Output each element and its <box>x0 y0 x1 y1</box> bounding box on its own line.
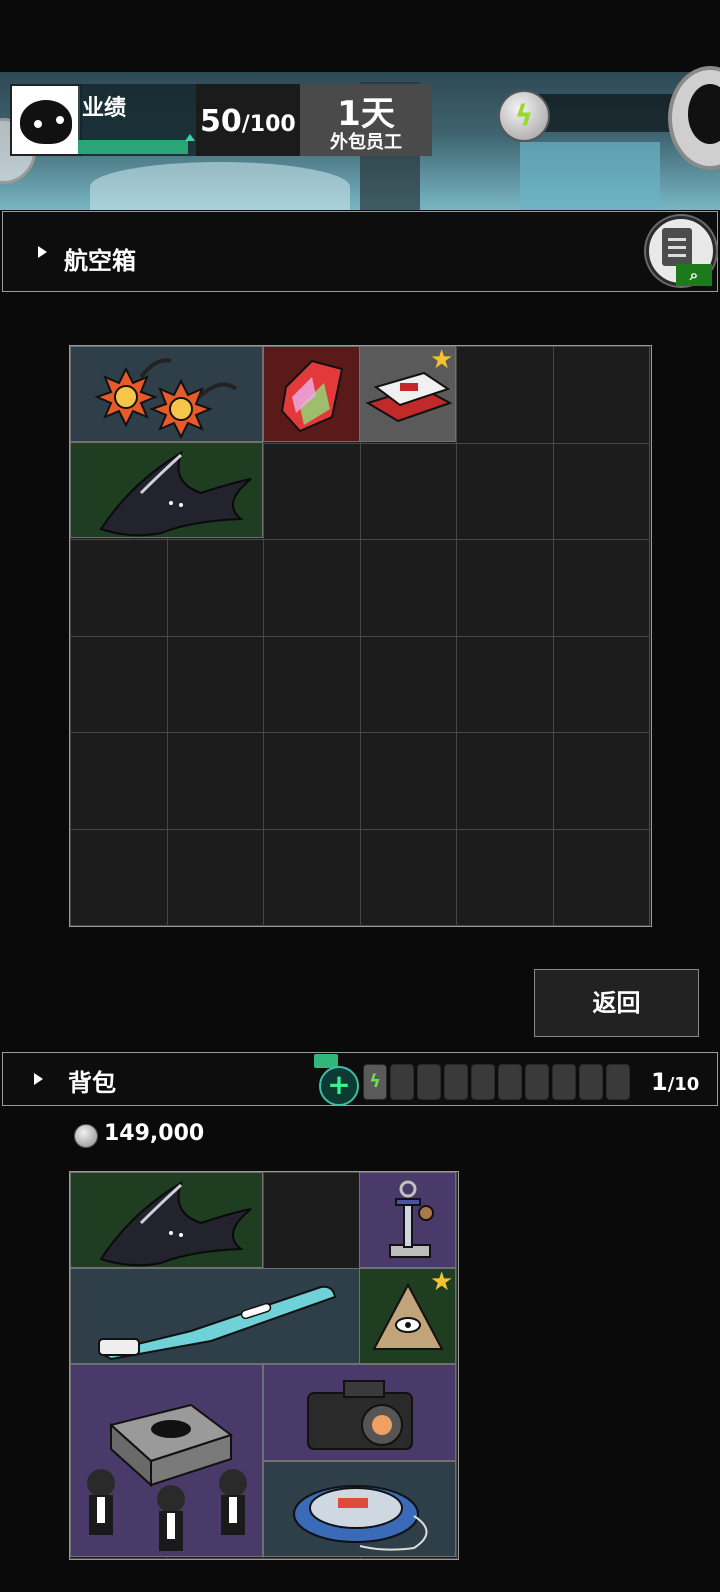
battery-empty-icon <box>525 1064 549 1100</box>
cd-player-icon <box>293 1485 428 1551</box>
battery-empty-icon <box>552 1064 576 1100</box>
grid-cell[interactable] <box>359 442 457 540</box>
performance-score: 50/100 <box>200 104 296 139</box>
coffin-dance-icon <box>87 1403 247 1551</box>
shadow-cloak-icon <box>99 1180 252 1267</box>
case-title: 航空箱 <box>64 247 136 275</box>
bag-count-current: 1 <box>651 1068 668 1096</box>
grid-cell[interactable] <box>263 828 361 926</box>
crystal-icon <box>280 359 344 433</box>
coin-icon <box>74 1124 98 1148</box>
grid-cell[interactable] <box>166 828 264 926</box>
search-icon: ⌕ <box>676 264 712 286</box>
rainbow-crystal-slot[interactable] <box>263 346 360 442</box>
grid-cell[interactable] <box>263 442 361 540</box>
grid-cell[interactable] <box>456 635 554 733</box>
toothbrush-icon <box>98 1285 337 1361</box>
expand-arrow-icon[interactable] <box>34 1073 43 1085</box>
star-icon: ★ <box>430 346 454 375</box>
battery-empty-icon <box>606 1064 630 1100</box>
grid-cell[interactable] <box>552 442 650 540</box>
grid-cell[interactable] <box>70 635 168 733</box>
player-role: 外包员工 <box>330 132 402 153</box>
grid-cell[interactable] <box>552 732 650 830</box>
settings-gear-icon[interactable]: ⚙ <box>12 86 23 100</box>
grid-cell[interactable] <box>166 732 264 830</box>
grid-cell[interactable] <box>70 539 168 637</box>
grid-cell[interactable] <box>263 635 361 733</box>
shadow-cloak-slot[interactable] <box>70 442 263 538</box>
camera-icon <box>307 1380 413 1450</box>
grid-cell[interactable] <box>70 828 168 926</box>
star-icon: ★ <box>430 1268 454 1297</box>
bag-capacity: 1/10 <box>651 1068 699 1096</box>
performance-max: /100 <box>241 112 296 137</box>
expand-arrow-icon[interactable] <box>38 246 47 258</box>
grid-cell[interactable] <box>166 539 264 637</box>
lightning-coin-icon: ϟ <box>498 90 550 142</box>
progress-marker-icon <box>185 134 195 141</box>
grid-cell[interactable] <box>263 732 361 830</box>
battery-empty-icon <box>444 1064 468 1100</box>
twin-sun-charm-slot[interactable] <box>70 346 263 442</box>
grid-cell[interactable] <box>456 442 554 540</box>
battery-empty-icon <box>498 1064 522 1100</box>
grid-cell[interactable] <box>552 346 650 444</box>
grid-cell[interactable] <box>552 539 650 637</box>
grid-cell[interactable] <box>359 635 457 733</box>
grid-cell[interactable] <box>166 635 264 733</box>
grid-cell[interactable] <box>456 346 554 444</box>
performance-progress-bar <box>78 140 188 154</box>
add-capacity-button[interactable]: + <box>319 1066 359 1106</box>
performance-label: 业绩 <box>82 96 127 121</box>
cd-player-slot[interactable] <box>263 1461 456 1557</box>
shadow-cloak-slot[interactable] <box>70 1172 263 1268</box>
sun-charm-icon <box>94 358 238 440</box>
battery-empty-icon <box>471 1064 495 1100</box>
grid-cell[interactable] <box>70 732 168 830</box>
sword-keychain-slot[interactable] <box>359 1172 456 1268</box>
grid-cell[interactable] <box>456 539 554 637</box>
coffin-dance-speaker-slot[interactable] <box>70 1364 263 1557</box>
grid-cell[interactable] <box>359 732 457 830</box>
camera-slot[interactable] <box>263 1364 456 1461</box>
return-button[interactable]: 返回 <box>534 969 699 1037</box>
battery-empty-icon <box>390 1064 414 1100</box>
battery-empty-icon <box>579 1064 603 1100</box>
battery-empty-icon <box>417 1064 441 1100</box>
grid-cell[interactable] <box>359 828 457 926</box>
battery-charged-icon: ϟ <box>363 1064 387 1100</box>
performance-value: 50 <box>200 104 242 139</box>
pyramid-eye-slot[interactable]: ★ <box>359 1268 456 1364</box>
grid-cell[interactable] <box>456 732 554 830</box>
shadow-cloak-icon <box>99 450 252 537</box>
grid-cell[interactable] <box>552 635 650 733</box>
grid-cell[interactable] <box>359 539 457 637</box>
grid-cell[interactable] <box>552 828 650 926</box>
bag-count-max: /10 <box>667 1074 700 1095</box>
grid-cell[interactable] <box>263 1172 361 1270</box>
electric-toothbrush-slot[interactable] <box>70 1268 360 1364</box>
cigarette-pack-slot[interactable]: ★ <box>359 346 456 442</box>
money-amount: 149,000 <box>104 1121 205 1146</box>
clipboard-icon <box>662 228 692 266</box>
grid-cell[interactable] <box>456 828 554 926</box>
bag-title: 背包 <box>68 1069 116 1097</box>
sword-keychain-icon <box>389 1180 434 1258</box>
grid-cell[interactable] <box>263 539 361 637</box>
